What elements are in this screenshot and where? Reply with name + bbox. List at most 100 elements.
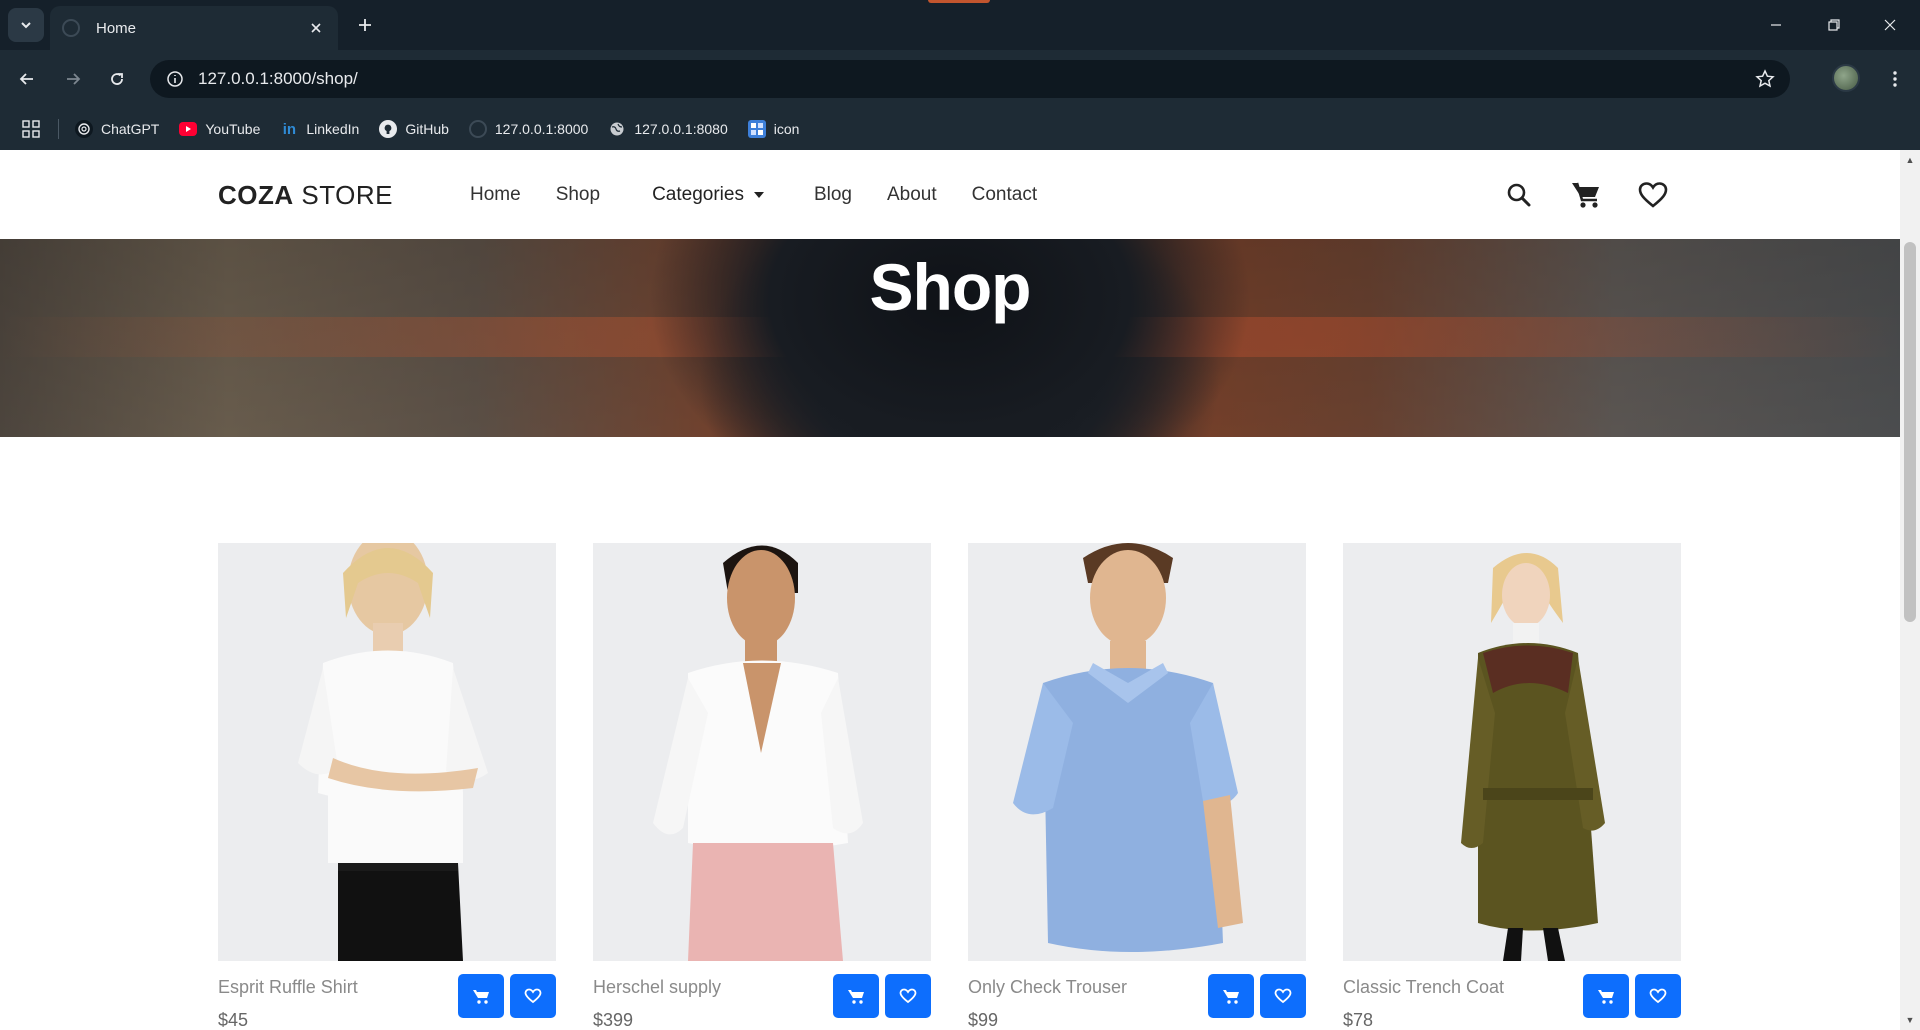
bookmark-icon [747,120,766,138]
url-text[interactable]: 127.0.0.1:8000/shop/ [198,69,1746,89]
apps-grid-icon[interactable] [20,118,42,140]
bookmark-localhost-8000[interactable]: 127.0.0.1:8000 [468,120,589,138]
bookmark-youtube[interactable]: YouTube [179,121,260,137]
cart-icon [1572,182,1599,208]
logo-light: STORE [293,180,393,210]
site-info-button[interactable] [156,60,194,98]
nav-blog[interactable]: Blog [814,184,852,206]
bookmark-localhost-8080[interactable]: 127.0.0.1:8080 [608,120,728,138]
globe-icon [608,120,626,138]
bookmark-label: YouTube [205,121,261,137]
product-image[interactable] [218,543,556,961]
bookmarks-separator [58,119,59,139]
page-scrollbar[interactable]: ▲ ▼ [1900,150,1920,1030]
heart-icon [524,988,542,1004]
arrow-right-icon [67,73,81,85]
heart-icon [1274,988,1292,1004]
tab-strip-indicator [928,0,990,3]
scroll-down-arrow-icon[interactable]: ▼ [1900,1012,1920,1028]
youtube-icon [179,122,198,136]
browser-menu-button[interactable] [1880,62,1910,96]
bookmark-label: ChatGPT [101,121,160,137]
add-to-wishlist-button[interactable] [510,974,556,1018]
cart-button[interactable] [1569,178,1603,212]
reload-icon [111,73,123,85]
product-price: $78 [1343,1010,1374,1030]
bookmarks-bar: ChatGPT YouTube in LinkedIn GitHub 127.0… [0,108,1920,150]
add-to-cart-button[interactable] [1583,974,1629,1018]
browser-toolbar: 127.0.0.1:8000/shop/ [0,50,1920,108]
new-tab-button[interactable] [352,12,378,38]
browser-chrome: Home 127.0.0.1:8000/shop/ ChatGPT YouTub… [0,0,1920,150]
linkedin-icon: in [282,120,297,138]
heart-icon [1649,988,1667,1004]
product-card: Classic Trench Coat $78 [1343,543,1681,1030]
restore-button[interactable] [1814,10,1854,40]
profile-avatar[interactable] [1832,64,1860,92]
page-viewport: COZA STORE Home Shop Categories Blog Abo… [0,150,1920,1030]
product-name[interactable]: Esprit Ruffle Shirt [218,977,358,998]
add-to-cart-button[interactable] [1208,974,1254,1018]
product-price: $99 [968,1010,999,1030]
wishlist-button[interactable] [1636,178,1670,212]
page-icon [468,120,487,138]
add-to-wishlist-button[interactable] [1260,974,1306,1018]
bookmark-label: 127.0.0.1:8000 [494,121,589,137]
product-name[interactable]: Only Check Trouser [968,977,1127,998]
nav-contact[interactable]: Contact [972,184,1037,206]
tab-home[interactable]: Home [50,6,338,50]
product-image[interactable] [968,543,1306,961]
back-button[interactable] [10,62,44,96]
close-icon [1884,19,1896,31]
product-price: $399 [593,1010,634,1030]
product-image[interactable] [1343,543,1681,961]
bookmark-label: GitHub [405,121,449,137]
product-photo-check-shirt [1013,543,1243,952]
add-to-wishlist-button[interactable] [1635,974,1681,1018]
product-name[interactable]: Classic Trench Coat [1343,977,1504,998]
bookmark-star-button[interactable] [1746,60,1784,98]
minimize-button[interactable] [1756,10,1796,40]
product-name[interactable]: Herschel supply [593,977,721,998]
close-icon [311,23,321,33]
tab-strip: Home [0,0,1920,50]
product-card: Only Check Trouser $99 [968,543,1306,1030]
nav-categories-label: Categories [652,184,744,205]
nav-home[interactable]: Home [470,184,521,206]
bookmark-github[interactable]: GitHub [379,120,449,138]
scroll-up-arrow-icon[interactable]: ▲ [1900,152,1920,168]
reload-button[interactable] [100,62,134,96]
search-icon [1507,183,1531,207]
product-image[interactable] [593,543,931,961]
bookmark-chatgpt[interactable]: ChatGPT [75,120,159,138]
chevron-down-icon [21,22,31,29]
close-window-button[interactable] [1870,10,1910,40]
add-to-wishlist-button[interactable] [885,974,931,1018]
tab-search-button[interactable] [8,8,44,42]
nav-shop[interactable]: Shop [556,184,600,206]
info-icon [167,71,183,87]
hero-banner: Shop [0,239,1900,437]
bookmark-icon[interactable]: icon [747,120,800,138]
tab-title: Home [96,19,137,37]
arrow-left-icon [19,73,33,85]
minimize-icon [1771,24,1781,26]
add-to-cart-button[interactable] [833,974,879,1018]
nav-categories-dropdown[interactable]: Categories [652,184,764,206]
cart-icon [1598,989,1614,1004]
search-button[interactable] [1502,178,1536,212]
bookmark-label: 127.0.0.1:8080 [634,121,728,137]
restore-icon [1828,19,1840,31]
logo-bold: COZA [218,180,294,210]
nav-about[interactable]: About [887,184,937,206]
add-to-cart-button[interactable] [458,974,504,1018]
cart-icon [848,989,864,1004]
forward-button[interactable] [56,62,90,96]
site-logo[interactable]: COZA STORE [218,180,393,211]
cart-icon [1223,989,1239,1004]
tab-close-button[interactable] [306,18,326,38]
bookmark-linkedin[interactable]: in LinkedIn [280,120,360,138]
bookmark-label: icon [773,121,800,137]
scrollbar-thumb[interactable] [1904,242,1916,622]
address-bar[interactable]: 127.0.0.1:8000/shop/ [150,60,1790,98]
